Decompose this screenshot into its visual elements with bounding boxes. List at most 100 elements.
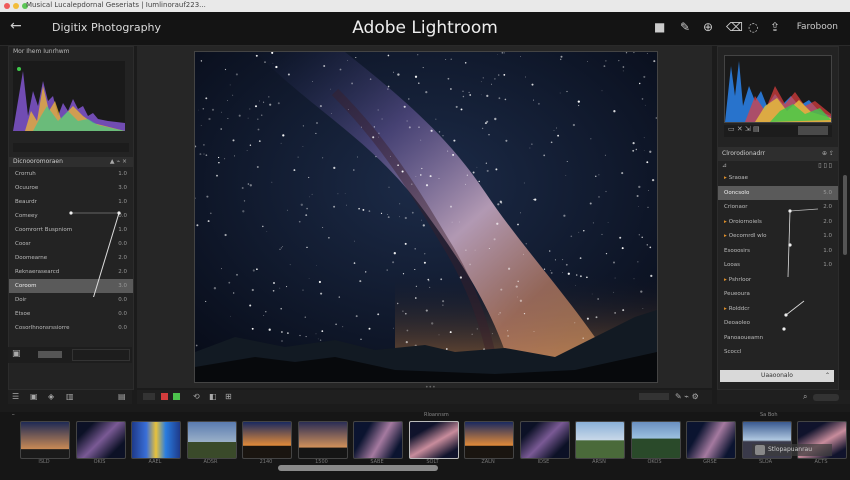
left-adjust-row[interactable]: Doir 0.0 (9, 293, 133, 307)
left-adjust-value: 0.0 (118, 325, 127, 331)
left-adjust-row[interactable]: Beaurdr 1.0 (9, 195, 133, 209)
left-adjust-value: 0.0 (118, 241, 127, 247)
filmstrip-thumbnail[interactable] (630, 421, 681, 459)
right-adjust-label: Scoccl (724, 349, 742, 355)
left-adjust-row[interactable]: Coosr 0.0 (9, 237, 133, 251)
filmstrip-indicator[interactable]: ⎯ (12, 412, 15, 418)
filmstrip-thumbnail[interactable] (242, 421, 292, 459)
left-adjust-label: Doomearne (15, 255, 48, 261)
filmstrip-thumbnail[interactable] (575, 421, 625, 459)
left-adjust-row[interactable]: Reknaerasearcd 2.0 (9, 265, 133, 279)
expand-icon[interactable]: ▸ (724, 219, 727, 225)
crosshair-icon[interactable]: ⊕ (703, 20, 713, 34)
filmstrip-thumbnail[interactable] (519, 421, 570, 459)
survey-icon[interactable]: ⊞ (225, 392, 232, 401)
slider-control[interactable] (38, 351, 62, 358)
pick-flag-icon[interactable] (173, 393, 180, 400)
trash-icon[interactable]: ⌫ (726, 20, 743, 34)
right-adjust-label: Deoaoleo (724, 320, 750, 326)
right-adjust-row[interactable]: Deoaoleo (718, 316, 838, 331)
filter-field[interactable] (72, 349, 130, 361)
user-name[interactable]: Faroboon (797, 22, 838, 32)
filmstrip-thumbnail[interactable] (186, 421, 237, 459)
left-adjust-value: 2.0 (118, 255, 127, 261)
menu-icon[interactable]: ☰ (12, 392, 19, 401)
right-adjust-row[interactable]: Ooncsolo 5.0 (718, 185, 838, 200)
left-adjust-row[interactable]: Crorruh 1.0 (9, 167, 133, 181)
histogram-label: Mor Ihem Iunrhwm (13, 48, 70, 55)
filmstrip-thumbnail[interactable] (464, 421, 514, 459)
right-adjust-row[interactable]: Scoccl (718, 345, 838, 360)
expand-icon[interactable]: ▸ (724, 277, 727, 283)
right-adjust-row[interactable]: Looas 1.0 (718, 258, 838, 273)
reject-flag-icon[interactable] (161, 393, 168, 400)
expand-icon[interactable]: ▸ (724, 233, 727, 239)
right-adjust-row[interactable]: ▸ Pshrloor (718, 273, 838, 288)
zoom-field[interactable] (639, 393, 669, 400)
video-icon[interactable]: ■ (654, 20, 665, 34)
os-title-bar: Musical Lucalepdornal Geseriats | Iumlin… (0, 0, 850, 12)
left-adjust-row[interactable]: Cosorlhnonsrssiorre 0.0 (9, 321, 133, 335)
profile-dropdown[interactable]: Uaaoonalo ⌃ (720, 370, 834, 382)
thumbnail-caption: OKIS (93, 459, 106, 465)
compare-icon[interactable]: ◧ (209, 392, 217, 401)
right-adjust-value: 1.0 (823, 262, 832, 268)
minimize-icon[interactable] (13, 3, 19, 9)
bulb-icon[interactable]: ◌ (748, 20, 758, 34)
left-adjust-label: Ocuuroe (15, 185, 39, 191)
right-adjust-row[interactable]: Esooosirs 1.0 (718, 244, 838, 259)
filmstrip-thumbnail[interactable] (353, 421, 403, 459)
right-adjust-label: Ooncsolo (724, 189, 750, 196)
search-icon[interactable]: ⌕ (803, 392, 807, 402)
left-adjust-row[interactable]: Etsoe 0.0 (9, 307, 133, 321)
left-adjust-value: 0.0 (118, 213, 127, 219)
right-adjust-row[interactable]: ▸ Sraoae (718, 171, 838, 186)
filmstrip-thumbnail[interactable] (686, 421, 736, 459)
window-controls[interactable] (4, 3, 28, 9)
filmstrip-thumbnail[interactable] (408, 421, 459, 459)
filmstrip-thumbnail[interactable] (297, 421, 348, 459)
thumbnail-caption: AAEL (148, 459, 162, 465)
left-adjust-row[interactable]: Comeey 0.0 (9, 209, 133, 223)
section-header-right[interactable]: Clrorodionadrr ⊕ ⇪ (718, 147, 838, 161)
edit-icon[interactable]: ✎ (680, 20, 690, 34)
right-adjust-row[interactable]: ▸ Rolddcr (718, 302, 838, 317)
right-adjust-value: 2.0 (823, 218, 832, 225)
rotate-icon[interactable]: ⟲ (193, 392, 200, 401)
close-icon[interactable] (4, 3, 10, 9)
left-adjust-row[interactable]: Doomearne 2.0 (9, 251, 133, 265)
view-toggle[interactable] (143, 393, 155, 400)
right-adjust-row[interactable]: ▸ Oroiornoiels 2.0 (718, 215, 838, 230)
panel-tab-icons[interactable]: ⊿ ▯ ▯ ▯ (718, 161, 838, 171)
right-adjust-label: Panoaoueamn (724, 334, 764, 341)
edit-tools-icons[interactable]: ✎ ⌁ ⚙ (675, 392, 699, 401)
expand-icon[interactable]: ▸ (724, 175, 727, 181)
tag-icon[interactable]: ◈ (48, 392, 54, 401)
filmstrip-thumbnail[interactable] (20, 421, 70, 459)
crop-icon[interactable]: ▣ (12, 349, 21, 359)
filmstrip-thumbnail[interactable] (131, 421, 181, 459)
right-bottom-toolbar: ⌕ (717, 390, 850, 404)
right-adjust-row[interactable]: Panoaoueamn (718, 331, 838, 346)
histogram-tools[interactable]: ▭ ✕ ⇲ ▤ (724, 125, 832, 137)
share-icon[interactable]: ⇪ (770, 20, 780, 34)
search-field[interactable] (813, 394, 839, 401)
right-adjust-label: Peueoura (724, 291, 750, 297)
photo-milky-way[interactable] (194, 51, 658, 383)
expand-icon[interactable]: ▸ (724, 306, 727, 312)
right-adjust-row[interactable]: ▸ Oecomrdl wlo 1.0 (718, 229, 838, 244)
left-adjust-row[interactable]: Ocuuroe 3.0 (9, 181, 133, 195)
copy-icon[interactable]: ▥ (66, 392, 74, 401)
filmstrip-thumbnail[interactable] (75, 421, 126, 459)
right-adjust-row[interactable]: Peueoura (718, 287, 838, 302)
filmstrip-scrollbar[interactable] (278, 465, 438, 471)
section-header[interactable]: Dicnooromoraen ▲ ⌁ × (9, 157, 133, 167)
left-adjust-row[interactable]: Coroom 3.0 (9, 279, 133, 293)
right-adjust-row[interactable]: Crionaor 2.0 (718, 200, 838, 215)
histogram-controls[interactable] (13, 143, 129, 152)
left-adjust-row[interactable]: Coomrorrt Buspniom 1.0 (9, 223, 133, 237)
right-adjust-label: Pshrloor (728, 276, 752, 283)
right-scrollbar[interactable] (843, 175, 847, 255)
grid-icon[interactable]: ▣ (30, 392, 38, 401)
options-icon[interactable]: ▤ (118, 392, 126, 401)
